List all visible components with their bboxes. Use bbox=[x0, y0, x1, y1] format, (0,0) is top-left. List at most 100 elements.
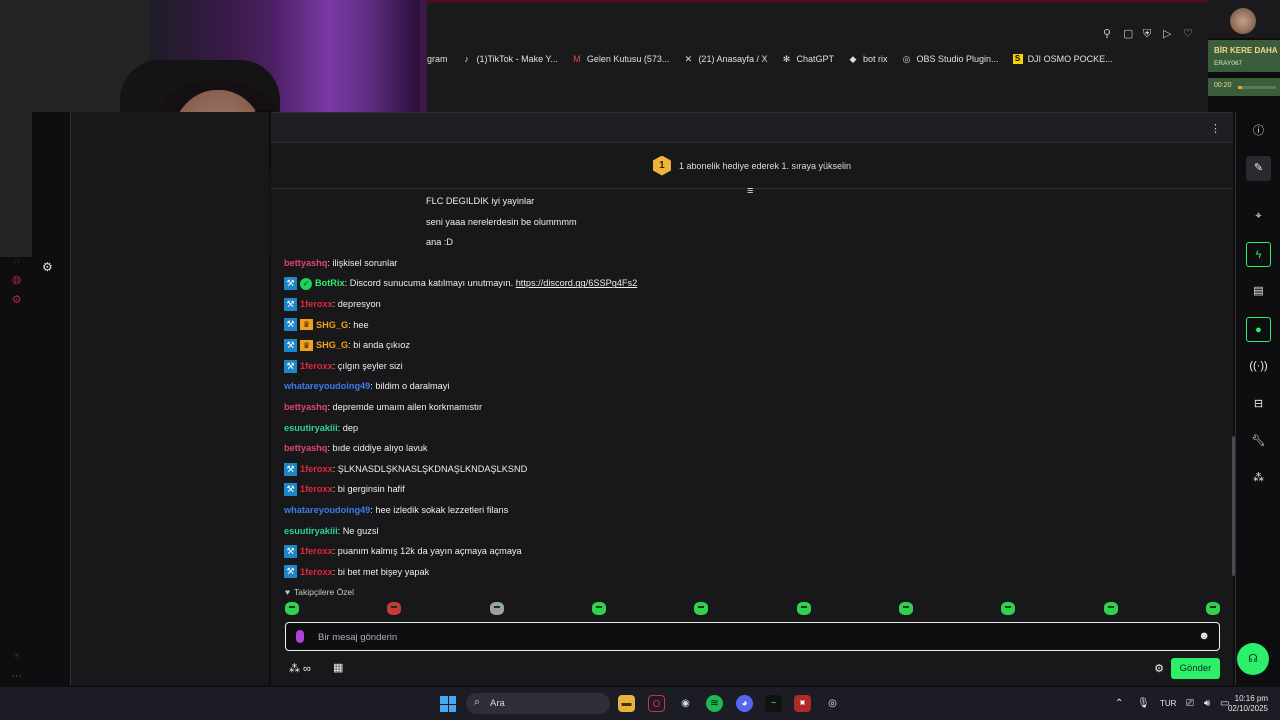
chat-username[interactable]: BotRix bbox=[315, 273, 345, 294]
shield-icon[interactable]: ⛨ bbox=[1143, 29, 1154, 40]
chevron-up-icon[interactable]: ⌃ bbox=[1115, 698, 1123, 709]
emote[interactable] bbox=[796, 602, 811, 615]
chat-settings-icon[interactable]: ⚙ bbox=[1154, 662, 1164, 675]
bookmark-chatgpt[interactable]: ✻ ChatGPT bbox=[781, 54, 834, 64]
chat-message: ⚒ ✓ BotRix: Discord sunucuma katılmayı unu… bbox=[284, 273, 1214, 294]
windows-start-icon[interactable] bbox=[440, 696, 456, 712]
moderator-badge-icon[interactable]: ⚒ bbox=[284, 338, 297, 352]
chat-username[interactable]: 1feroxx bbox=[300, 562, 333, 583]
tiktok-icon: ♪ bbox=[464, 54, 469, 64]
emote[interactable] bbox=[1205, 602, 1220, 615]
volume-icon[interactable]: 🔊︎ bbox=[1204, 698, 1210, 709]
file-explorer-icon[interactable]: ▬ bbox=[618, 695, 635, 712]
crown-badge-icon[interactable]: ♛ bbox=[300, 339, 313, 351]
profile-icon[interactable]: ☉ bbox=[11, 651, 22, 662]
steam-icon[interactable]: ◉ bbox=[677, 695, 694, 712]
language-indicator[interactable]: TUR bbox=[1160, 699, 1176, 708]
dots-icon[interactable]: ⋯ bbox=[11, 671, 22, 682]
moderator-badge-icon[interactable]: ⚒ bbox=[284, 565, 297, 579]
broadcast-icon[interactable]: ((·)) bbox=[1246, 354, 1271, 379]
bookmark-obs[interactable]: ◎ OBS Studio Plugin... bbox=[902, 54, 999, 64]
lightning-icon[interactable]: ϟ bbox=[1246, 242, 1271, 267]
taskbar-search[interactable]: ⌕ Ara bbox=[466, 693, 610, 714]
emote[interactable] bbox=[387, 602, 402, 615]
chat-username[interactable]: 1feroxx bbox=[300, 356, 333, 377]
nodes-icon[interactable]: ⁂ bbox=[1246, 466, 1271, 491]
moderator-badge-icon[interactable]: ⚒ bbox=[284, 483, 297, 497]
chat-username[interactable]: bettyashq bbox=[284, 438, 327, 459]
chat-username[interactable]: whatareyoudoing49 bbox=[284, 376, 370, 397]
chat-username[interactable]: 1feroxx bbox=[300, 459, 333, 480]
pin-icon[interactable]: ⚲ bbox=[1103, 29, 1114, 40]
discord-icon[interactable]: ◕ bbox=[736, 695, 753, 712]
pencil-icon[interactable]: ✎ bbox=[1246, 156, 1271, 181]
chat-username[interactable]: 1feroxx bbox=[300, 541, 333, 562]
hashtag-icon[interactable]: ◍ bbox=[11, 275, 22, 286]
emote[interactable] bbox=[898, 602, 913, 615]
chat-username[interactable]: esuutiryakiii bbox=[284, 521, 338, 542]
microphone-icon[interactable]: 🎙︎ bbox=[1137, 698, 1150, 709]
chat-username[interactable]: whatareyoudoing49 bbox=[284, 500, 370, 521]
chat-username[interactable]: esuutiryakiii bbox=[284, 418, 338, 439]
emoji-icon[interactable]: ☻ bbox=[1198, 630, 1210, 642]
chat-username[interactable]: bettyashq bbox=[284, 253, 327, 274]
chat-input[interactable] bbox=[318, 627, 1178, 647]
wrench-icon[interactable]: 🔧︎ bbox=[1246, 429, 1271, 454]
moderator-badge-icon[interactable]: ⚒ bbox=[284, 318, 297, 332]
stream-app-icon[interactable]: ~ bbox=[765, 695, 782, 712]
focus-icon[interactable]: ⌖ bbox=[1246, 204, 1271, 229]
settings-gear-icon[interactable]: ⚙ bbox=[42, 260, 53, 274]
bookmark-x[interactable]: ✕ (21) Anasayfa / X bbox=[683, 54, 768, 64]
crown-badge-icon[interactable]: ♛ bbox=[300, 319, 313, 331]
emote[interactable] bbox=[1001, 602, 1016, 615]
moderator-badge-icon[interactable]: ⚒ bbox=[284, 277, 297, 291]
bookmark-gmail[interactable]: M Gelen Kutusu (573... bbox=[572, 54, 669, 64]
info-icon[interactable]: ⓘ bbox=[1246, 119, 1271, 144]
help-chat-icon[interactable]: ☊ bbox=[1237, 643, 1269, 675]
notification-icon[interactable]: ◌ bbox=[11, 257, 22, 268]
network-icon[interactable]: ⎚ bbox=[1186, 698, 1194, 709]
obs-taskbar-icon[interactable]: ◎ bbox=[824, 695, 841, 712]
emote[interactable] bbox=[285, 602, 299, 615]
bookmark-botrix[interactable]: ◆ bot rix bbox=[848, 54, 888, 64]
mic-icon[interactable] bbox=[296, 630, 304, 643]
verified-badge-icon[interactable]: ✓ bbox=[300, 277, 312, 290]
chat-username[interactable]: SHG_G bbox=[316, 315, 348, 336]
more-options-icon[interactable]: ⋮ bbox=[1210, 122, 1221, 135]
moderator-badge-icon[interactable]: ⚒ bbox=[284, 359, 297, 373]
bookmark-tiktok[interactable]: ♪ (1)TikTok - Make Y... bbox=[462, 54, 558, 64]
moderator-badge-icon[interactable]: ⚒ bbox=[284, 544, 297, 558]
bookmark-instagram[interactable]: gram bbox=[427, 54, 448, 64]
chat-link[interactable]: https://discord.gg/6SSPg4Fs2 bbox=[516, 273, 638, 294]
chat-username[interactable]: 1feroxx bbox=[300, 479, 333, 500]
bits-icon[interactable]: ⁂ ∞ bbox=[289, 662, 311, 675]
opera-gx-icon[interactable]: O bbox=[648, 695, 665, 712]
store-icon[interactable]: ▦ bbox=[333, 661, 343, 674]
layout-icon[interactable]: ⊟ bbox=[1246, 392, 1271, 417]
heart-icon[interactable]: ♡ bbox=[1183, 29, 1194, 40]
emote[interactable] bbox=[694, 602, 709, 615]
chat-username[interactable]: bettyashq bbox=[284, 397, 327, 418]
moderator-badge-icon[interactable]: ⚒ bbox=[284, 297, 297, 311]
chat-message: esuutiryakiii: dep bbox=[284, 418, 1214, 439]
emote[interactable] bbox=[591, 602, 606, 615]
right-tools: ⓘ ✎ ⌖ ϟ ▤ ● ((·)) ⊟ 🔧︎ ⁂ ☊ bbox=[1235, 112, 1280, 685]
gift-banner[interactable]: 1 1 abonelik hediye ederek 1. sıraya yük… bbox=[271, 143, 1233, 189]
play-icon[interactable]: ▷ bbox=[1163, 29, 1174, 40]
chat-text: puanım kalmış 12k da yayın açmaya açmaya bbox=[337, 546, 522, 557]
spotify-icon[interactable]: ≋ bbox=[706, 695, 723, 712]
clock[interactable]: 10:16 pm 02/10/2025 bbox=[1228, 694, 1268, 714]
send-button[interactable]: Gönder bbox=[1171, 658, 1220, 679]
emote[interactable] bbox=[1103, 602, 1118, 615]
gear-icon[interactable]: ⚙ bbox=[11, 295, 22, 306]
video-app-icon[interactable]: ▣ bbox=[794, 695, 811, 712]
bookmark-dji[interactable]: S DJI OSMO POCKE... bbox=[1012, 54, 1113, 64]
emote[interactable] bbox=[489, 602, 504, 615]
screenshot-icon[interactable]: ▢ bbox=[1123, 29, 1134, 40]
chat-username[interactable]: SHG_G bbox=[316, 335, 348, 356]
chat-message: whatareyoudoing49: hee izledik sokak lez… bbox=[284, 500, 1214, 521]
document-icon[interactable]: ▤ bbox=[1246, 279, 1271, 304]
moderator-badge-icon[interactable]: ⚒ bbox=[284, 462, 297, 476]
chat-bubble-icon[interactable]: ● bbox=[1246, 317, 1271, 342]
chat-username[interactable]: 1feroxx bbox=[300, 294, 333, 315]
